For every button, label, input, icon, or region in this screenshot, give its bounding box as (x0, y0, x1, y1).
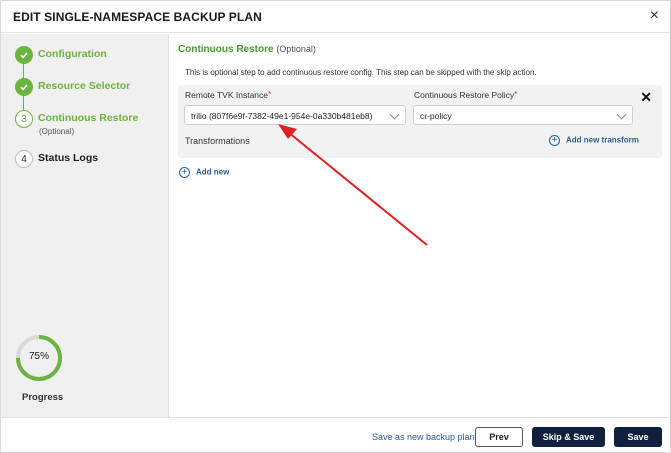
remote-tvk-label-text: Remote TVK Instance (185, 90, 268, 100)
main-content: Continuous Restore (Optional) This is op… (170, 34, 670, 417)
remote-tvk-label: Remote TVK Instance* (185, 90, 271, 100)
plus-circle-icon: + (179, 167, 190, 178)
required-mark: * (268, 90, 272, 99)
progress-percent: 75% (28, 351, 49, 362)
progress-ring: 75% (15, 334, 63, 382)
restore-config-card: Remote TVK Instance* trilio (807f6e9f-73… (178, 85, 662, 158)
policy-value: cr-policy (420, 111, 452, 121)
chevron-down-icon (389, 109, 400, 120)
remove-entry-icon[interactable]: ✕ (640, 90, 652, 104)
step-label: Continuous Restore (38, 112, 139, 124)
dialog-title: EDIT SINGLE-NAMESPACE BACKUP PLAN (13, 10, 262, 24)
dialog-header: EDIT SINGLE-NAMESPACE BACKUP PLAN × (1, 1, 670, 33)
step-label: Resource Selector (38, 80, 131, 92)
remote-tvk-select[interactable]: trilio (807f6e9f-7382-49e1-954e-0a330b48… (184, 105, 406, 125)
policy-label: Continuous Restore Policy* (414, 90, 517, 100)
check-icon (15, 46, 33, 64)
step-number: 4 (15, 150, 33, 168)
step-label: Configuration (38, 48, 107, 60)
skip-save-button[interactable]: Skip & Save (532, 427, 605, 447)
policy-label-text: Continuous Restore Policy (414, 90, 515, 100)
prev-button[interactable]: Prev (475, 427, 523, 447)
step-number: 3 (15, 110, 33, 128)
step-optional-note: (Optional) (39, 127, 75, 136)
save-button[interactable]: Save (614, 427, 662, 447)
section-description: This is optional step to add continuous … (185, 68, 537, 77)
plus-circle-icon: + (549, 135, 560, 146)
add-transform-label: Add new transform (566, 135, 639, 145)
progress-label: Progress (22, 392, 64, 403)
remote-tvk-value: trilio (807f6e9f-7382-49e1-954e-0a330b48… (191, 111, 373, 121)
save-as-new-link[interactable]: Save as new backup plan (372, 432, 475, 442)
wizard-steps-sidebar: Configuration Resource Selector 3 Contin… (1, 34, 169, 417)
add-new-label: Add new (196, 167, 230, 177)
required-mark: * (514, 90, 518, 99)
transformations-label: Transformations (185, 136, 250, 146)
close-icon[interactable]: × (650, 8, 659, 24)
check-icon (15, 78, 33, 96)
section-title-text: Continuous Restore (178, 44, 274, 55)
section-title: Continuous Restore (Optional) (178, 44, 316, 55)
chevron-down-icon (616, 109, 627, 120)
step-label: Status Logs (38, 152, 99, 164)
policy-select[interactable]: cr-policy (413, 105, 633, 125)
edit-backup-plan-dialog: EDIT SINGLE-NAMESPACE BACKUP PLAN × Conf… (0, 0, 671, 453)
dialog-footer: Save as new backup plan Prev Skip & Save… (1, 417, 670, 452)
add-new-button[interactable]: + Add new (179, 167, 229, 178)
section-optional: (Optional) (276, 44, 316, 54)
add-transform-button[interactable]: + Add new transform (549, 135, 639, 146)
